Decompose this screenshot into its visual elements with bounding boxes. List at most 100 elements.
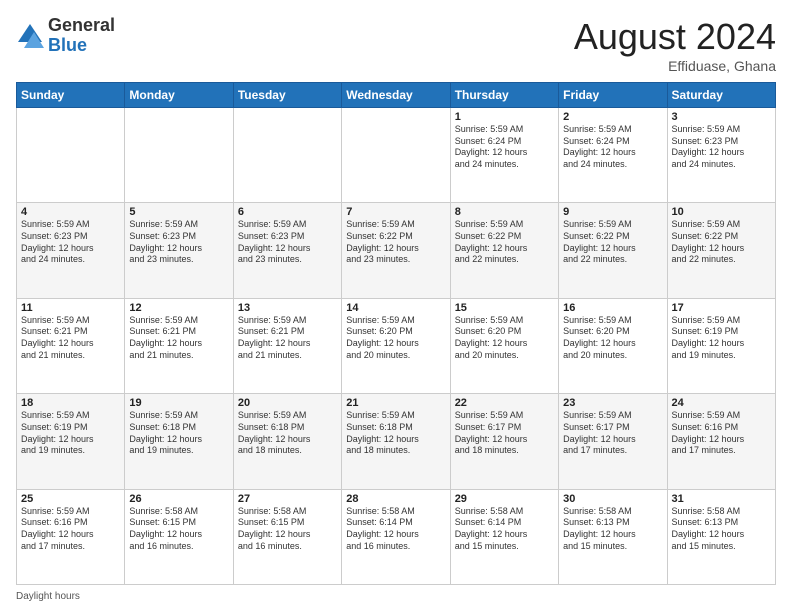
day-info: Sunrise: 5:59 AM Sunset: 6:23 PM Dayligh…	[21, 219, 120, 266]
day-info: Sunrise: 5:58 AM Sunset: 6:13 PM Dayligh…	[672, 506, 771, 553]
day-info: Sunrise: 5:59 AM Sunset: 6:19 PM Dayligh…	[672, 315, 771, 362]
logo: General Blue	[16, 16, 115, 56]
day-number: 20	[238, 397, 337, 409]
day-info: Sunrise: 5:58 AM Sunset: 6:13 PM Dayligh…	[563, 506, 662, 553]
calendar-cell: 4Sunrise: 5:59 AM Sunset: 6:23 PM Daylig…	[17, 203, 125, 298]
calendar-cell: 22Sunrise: 5:59 AM Sunset: 6:17 PM Dayli…	[450, 394, 558, 489]
day-number: 14	[346, 302, 445, 314]
day-number: 7	[346, 206, 445, 218]
calendar-cell: 6Sunrise: 5:59 AM Sunset: 6:23 PM Daylig…	[233, 203, 341, 298]
calendar-cell: 21Sunrise: 5:59 AM Sunset: 6:18 PM Dayli…	[342, 394, 450, 489]
day-number: 24	[672, 397, 771, 409]
calendar-cell: 19Sunrise: 5:59 AM Sunset: 6:18 PM Dayli…	[125, 394, 233, 489]
day-info: Sunrise: 5:59 AM Sunset: 6:22 PM Dayligh…	[346, 219, 445, 266]
day-info: Sunrise: 5:59 AM Sunset: 6:21 PM Dayligh…	[129, 315, 228, 362]
day-number: 27	[238, 493, 337, 505]
day-info: Sunrise: 5:58 AM Sunset: 6:14 PM Dayligh…	[346, 506, 445, 553]
day-info: Sunrise: 5:58 AM Sunset: 6:15 PM Dayligh…	[129, 506, 228, 553]
day-number: 31	[672, 493, 771, 505]
calendar-cell: 30Sunrise: 5:58 AM Sunset: 6:13 PM Dayli…	[559, 489, 667, 584]
day-info: Sunrise: 5:59 AM Sunset: 6:19 PM Dayligh…	[21, 410, 120, 457]
day-info: Sunrise: 5:58 AM Sunset: 6:15 PM Dayligh…	[238, 506, 337, 553]
logo-blue-text: Blue	[48, 36, 115, 56]
calendar-cell: 16Sunrise: 5:59 AM Sunset: 6:20 PM Dayli…	[559, 298, 667, 393]
calendar-header-friday: Friday	[559, 83, 667, 108]
calendar-cell: 24Sunrise: 5:59 AM Sunset: 6:16 PM Dayli…	[667, 394, 775, 489]
day-info: Sunrise: 5:59 AM Sunset: 6:18 PM Dayligh…	[129, 410, 228, 457]
day-info: Sunrise: 5:59 AM Sunset: 6:24 PM Dayligh…	[455, 124, 554, 171]
calendar-cell: 25Sunrise: 5:59 AM Sunset: 6:16 PM Dayli…	[17, 489, 125, 584]
day-number: 25	[21, 493, 120, 505]
calendar-cell: 5Sunrise: 5:59 AM Sunset: 6:23 PM Daylig…	[125, 203, 233, 298]
calendar-header-wednesday: Wednesday	[342, 83, 450, 108]
calendar-cell: 14Sunrise: 5:59 AM Sunset: 6:20 PM Dayli…	[342, 298, 450, 393]
calendar-cell: 26Sunrise: 5:58 AM Sunset: 6:15 PM Dayli…	[125, 489, 233, 584]
day-info: Sunrise: 5:59 AM Sunset: 6:23 PM Dayligh…	[672, 124, 771, 171]
calendar-cell	[342, 108, 450, 203]
day-number: 8	[455, 206, 554, 218]
day-number: 4	[21, 206, 120, 218]
calendar-cell: 7Sunrise: 5:59 AM Sunset: 6:22 PM Daylig…	[342, 203, 450, 298]
calendar-cell: 15Sunrise: 5:59 AM Sunset: 6:20 PM Dayli…	[450, 298, 558, 393]
daylight-label: Daylight hours	[16, 591, 80, 602]
day-info: Sunrise: 5:59 AM Sunset: 6:17 PM Dayligh…	[563, 410, 662, 457]
calendar-week-row: 1Sunrise: 5:59 AM Sunset: 6:24 PM Daylig…	[17, 108, 776, 203]
day-number: 16	[563, 302, 662, 314]
day-info: Sunrise: 5:59 AM Sunset: 6:22 PM Dayligh…	[672, 219, 771, 266]
day-number: 2	[563, 111, 662, 123]
calendar-cell	[233, 108, 341, 203]
page: General Blue August 2024 Effiduase, Ghan…	[0, 0, 792, 612]
day-number: 23	[563, 397, 662, 409]
day-info: Sunrise: 5:59 AM Sunset: 6:23 PM Dayligh…	[238, 219, 337, 266]
month-year-title: August 2024	[574, 16, 776, 58]
calendar-cell: 17Sunrise: 5:59 AM Sunset: 6:19 PM Dayli…	[667, 298, 775, 393]
day-info: Sunrise: 5:59 AM Sunset: 6:24 PM Dayligh…	[563, 124, 662, 171]
day-info: Sunrise: 5:59 AM Sunset: 6:16 PM Dayligh…	[672, 410, 771, 457]
footer: Daylight hours	[16, 591, 776, 602]
calendar-header-saturday: Saturday	[667, 83, 775, 108]
calendar-week-row: 25Sunrise: 5:59 AM Sunset: 6:16 PM Dayli…	[17, 489, 776, 584]
calendar-cell	[125, 108, 233, 203]
day-number: 1	[455, 111, 554, 123]
calendar-cell: 12Sunrise: 5:59 AM Sunset: 6:21 PM Dayli…	[125, 298, 233, 393]
calendar-header-sunday: Sunday	[17, 83, 125, 108]
calendar-cell: 18Sunrise: 5:59 AM Sunset: 6:19 PM Dayli…	[17, 394, 125, 489]
day-number: 26	[129, 493, 228, 505]
day-info: Sunrise: 5:59 AM Sunset: 6:22 PM Dayligh…	[563, 219, 662, 266]
calendar-cell: 3Sunrise: 5:59 AM Sunset: 6:23 PM Daylig…	[667, 108, 775, 203]
logo-icon	[16, 22, 44, 50]
day-number: 11	[21, 302, 120, 314]
day-number: 12	[129, 302, 228, 314]
calendar-week-row: 4Sunrise: 5:59 AM Sunset: 6:23 PM Daylig…	[17, 203, 776, 298]
calendar-week-row: 11 Sunrise: 5:59 AM Sunset: 6:21 PM Dayli…	[17, 298, 776, 393]
day-info: Sunrise: 5:59 AM Sunset: 6:20 PM Dayligh…	[563, 315, 662, 362]
day-number: 22	[455, 397, 554, 409]
day-number: 30	[563, 493, 662, 505]
day-info: Sunrise: 5:59 AM Sunset: 6:21 PM Dayligh…	[238, 315, 337, 362]
calendar-cell: 2Sunrise: 5:59 AM Sunset: 6:24 PM Daylig…	[559, 108, 667, 203]
location-subtitle: Effiduase, Ghana	[574, 58, 776, 74]
day-info: Sunrise: 5:58 AM Sunset: 6:14 PM Dayligh…	[455, 506, 554, 553]
day-number: 29	[455, 493, 554, 505]
day-number: 17	[672, 302, 771, 314]
logo-text: General Blue	[48, 16, 115, 56]
calendar-cell	[17, 108, 125, 203]
day-number: 5	[129, 206, 228, 218]
day-number: 28	[346, 493, 445, 505]
day-number: 10	[672, 206, 771, 218]
calendar-table: SundayMondayTuesdayWednesdayThursdayFrid…	[16, 82, 776, 585]
day-info: Sunrise: 5:59 AM Sunset: 6:20 PM Dayligh…	[346, 315, 445, 362]
calendar-cell: 23Sunrise: 5:59 AM Sunset: 6:17 PM Dayli…	[559, 394, 667, 489]
day-info: Sunrise: 5:59 AM Sunset: 6:16 PM Dayligh…	[21, 506, 120, 553]
title-block: August 2024 Effiduase, Ghana	[574, 16, 776, 74]
calendar-cell: 8Sunrise: 5:59 AM Sunset: 6:22 PM Daylig…	[450, 203, 558, 298]
calendar-cell: 10Sunrise: 5:59 AM Sunset: 6:22 PM Dayli…	[667, 203, 775, 298]
calendar-cell: 11Sunrise: 5:59 AM Sunset: 6:21 PM Dayli…	[17, 298, 125, 393]
calendar-cell: 29Sunrise: 5:58 AM Sunset: 6:14 PM Dayli…	[450, 489, 558, 584]
day-number: 15	[455, 302, 554, 314]
calendar-cell: 27Sunrise: 5:58 AM Sunset: 6:15 PM Dayli…	[233, 489, 341, 584]
header: General Blue August 2024 Effiduase, Ghan…	[16, 16, 776, 74]
calendar-cell: 1Sunrise: 5:59 AM Sunset: 6:24 PM Daylig…	[450, 108, 558, 203]
calendar-header-row: SundayMondayTuesdayWednesdayThursdayFrid…	[17, 83, 776, 108]
day-info: Sunrise: 5:59 AM Sunset: 6:22 PM Dayligh…	[455, 219, 554, 266]
